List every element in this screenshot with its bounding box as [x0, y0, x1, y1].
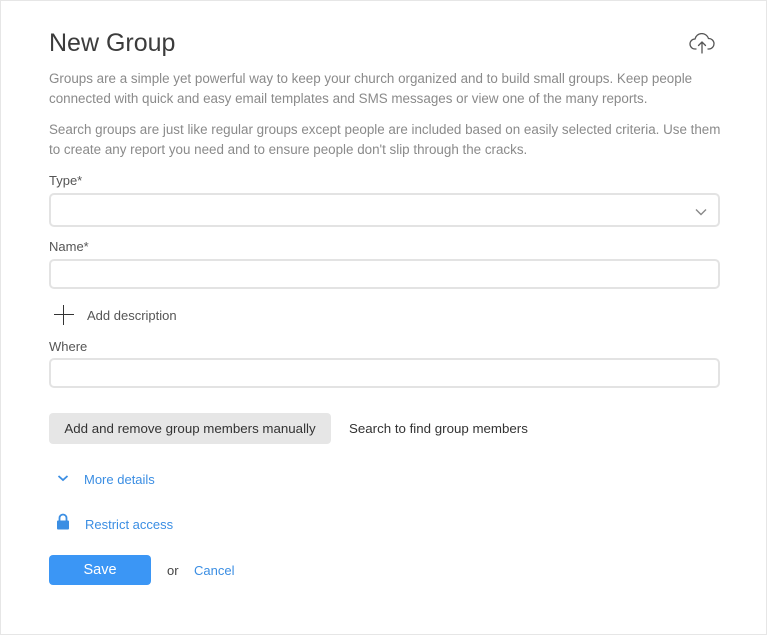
add-description-label: Add description: [87, 307, 177, 323]
save-button[interactable]: Save: [49, 555, 151, 585]
where-field[interactable]: [49, 358, 720, 388]
name-label: Name*: [49, 239, 89, 254]
more-details-toggle[interactable]: More details: [56, 470, 155, 488]
name-field[interactable]: [49, 259, 720, 289]
new-group-form-card: New Group Groups are a simple yet powerf…: [0, 0, 767, 635]
where-label: Where: [49, 339, 88, 354]
more-details-label: More details: [84, 471, 155, 487]
plus-icon: [53, 304, 75, 326]
page-title: New Group: [49, 29, 176, 57]
add-description-button[interactable]: Add description: [53, 303, 177, 327]
cancel-link[interactable]: Cancel: [194, 563, 234, 578]
groups-description: Groups are a simple yet powerful way to …: [49, 71, 693, 106]
or-separator: or: [167, 563, 179, 578]
type-select[interactable]: [49, 193, 720, 227]
lock-icon: [56, 513, 70, 535]
type-label: Type*: [49, 173, 83, 188]
search-groups-description: Search groups are just like regular grou…: [49, 122, 721, 157]
restrict-access-link[interactable]: Restrict access: [56, 513, 173, 535]
search-members-tab[interactable]: Search to find group members: [349, 413, 528, 444]
chevron-down-icon: [56, 470, 70, 488]
chevron-down-icon: [694, 204, 708, 220]
cloud-upload-icon[interactable]: [687, 31, 717, 57]
manual-members-tab[interactable]: Add and remove group members manually: [49, 413, 331, 444]
restrict-access-label: Restrict access: [85, 516, 174, 532]
